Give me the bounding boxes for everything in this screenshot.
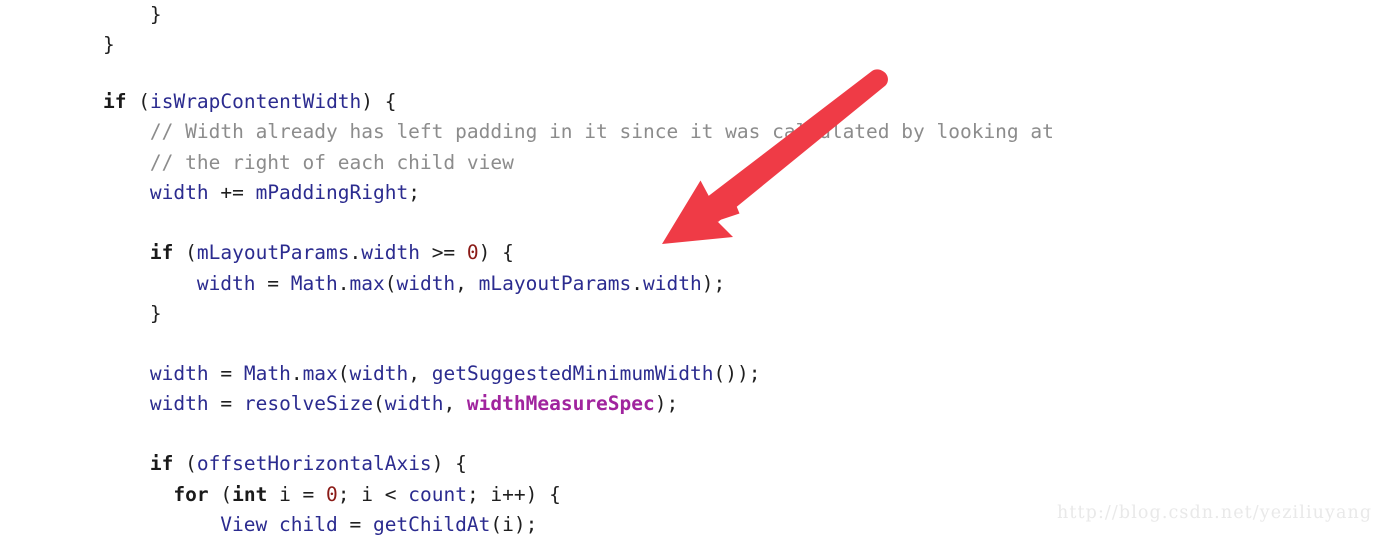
code-token-punc: (i); — [490, 513, 538, 536]
code-line: width = resolveSize(width, widthMeasureS… — [150, 389, 678, 419]
code-token-spec: widthMeasureSpec — [466, 392, 655, 415]
code-token-punc: ) { — [431, 452, 467, 475]
code-line: if (offsetHorizontalAxis) { — [150, 449, 467, 479]
code-token-punc: , — [443, 392, 467, 415]
code-token-id: width — [349, 362, 409, 385]
code-token-id: width — [361, 241, 420, 264]
code-token-id: width — [384, 392, 444, 415]
code-token-id: max — [349, 272, 385, 295]
code-token-id: Math — [243, 362, 291, 385]
code-token-id: mLayoutParams — [196, 241, 350, 264]
code-token-punc: . — [337, 272, 350, 295]
code-token-kw: if — [149, 241, 174, 264]
code-line: } — [150, 0, 162, 30]
code-line: // the right of each child view — [150, 148, 514, 178]
code-token-punc: ( — [372, 392, 385, 415]
code-token-id: width — [149, 181, 209, 204]
code-token-punc: ( — [384, 272, 397, 295]
code-line: } — [103, 30, 115, 60]
code-token-id: offsetHorizontalAxis — [196, 452, 432, 475]
code-token-kw: for — [173, 483, 209, 506]
code-line: if (isWrapContentWidth) { — [103, 87, 397, 117]
code-token-id: Math — [290, 272, 338, 295]
code-line: for (int i = 0; i < count; i++) { — [173, 480, 560, 510]
code-token-id: width — [196, 272, 256, 295]
code-token-id: child — [279, 513, 338, 536]
code-token-punc: , — [408, 362, 432, 385]
code-token-punc: ( — [173, 241, 197, 264]
code-token-cmt: // the right of each child view — [149, 151, 514, 174]
code-token-punc: ) { — [478, 241, 514, 264]
code-token-punc: ( — [173, 452, 197, 475]
code-token-punc: } — [103, 33, 115, 56]
code-token-cmt: // Width already has left padding in it … — [149, 120, 1054, 143]
code-token-id: View — [220, 513, 268, 536]
code-token-plain: >= — [419, 241, 467, 264]
code-line: } — [150, 299, 162, 329]
code-line: View child = getChildAt(i); — [220, 510, 537, 538]
code-token-id: getChildAt — [372, 513, 491, 536]
code-line: width += mPaddingRight; — [150, 178, 420, 208]
code-token-punc: } — [149, 302, 162, 325]
code-token-id: getSuggestedMinimumWidth — [431, 362, 714, 385]
code-token-punc: } — [149, 3, 162, 26]
code-token-plain: = — [255, 272, 291, 295]
code-token-num: 0 — [326, 483, 338, 506]
code-token-punc: ()); — [713, 362, 761, 385]
code-token-plain: ; i++) { — [466, 483, 561, 506]
code-token-punc: ) { — [361, 90, 397, 113]
code-token-punc: , — [455, 272, 479, 295]
code-token-punc: ( — [126, 90, 150, 113]
code-token-plain: ; i < — [337, 483, 409, 506]
source-code-block: }} if (isWrapContentWidth) {// Width alre… — [0, 0, 1392, 538]
code-token-id: width — [149, 392, 209, 415]
code-token-id: count — [408, 483, 467, 506]
code-token-kw: int — [232, 483, 268, 506]
code-token-id: max — [302, 362, 338, 385]
code-token-plain: = — [337, 513, 373, 536]
code-token-id: mPaddingRight — [255, 181, 409, 204]
code-line: if (mLayoutParams.width >= 0) { — [150, 238, 514, 268]
code-token-num: 0 — [466, 241, 479, 264]
code-token-id: mLayoutParams — [478, 272, 632, 295]
code-line: // Width already has left padding in it … — [150, 117, 1054, 147]
code-token-id: resolveSize — [243, 392, 373, 415]
code-token-kw: if — [149, 452, 174, 475]
code-token-id: width — [396, 272, 456, 295]
code-token-plain: = — [208, 362, 244, 385]
code-token-plain: += — [208, 181, 256, 204]
code-token-punc: ); — [701, 272, 726, 295]
code-token-id: width — [149, 362, 209, 385]
code-token-punc: ); — [654, 392, 679, 415]
code-token-punc: . — [349, 241, 362, 264]
code-token-id: isWrapContentWidth — [149, 90, 362, 113]
watermark-url: http://blog.csdn.net/yeziliuyang — [1057, 503, 1373, 523]
code-token-punc: . — [290, 362, 303, 385]
code-token-plain: i = — [267, 483, 327, 506]
code-token-id: width — [643, 272, 702, 295]
code-token-punc: ; — [408, 181, 420, 204]
code-line: width = Math.max(width, getSuggestedMini… — [150, 359, 761, 389]
code-token-kw: if — [103, 90, 127, 113]
code-token-punc: ( — [337, 362, 350, 385]
code-line: width = Math.max(width, mLayoutParams.wi… — [197, 269, 725, 299]
code-token-punc: . — [631, 272, 644, 295]
code-screenshot: }} if (isWrapContentWidth) {// Width alre… — [0, 0, 1392, 538]
code-token-punc: ( — [208, 483, 233, 506]
code-token-plain: = — [208, 392, 244, 415]
